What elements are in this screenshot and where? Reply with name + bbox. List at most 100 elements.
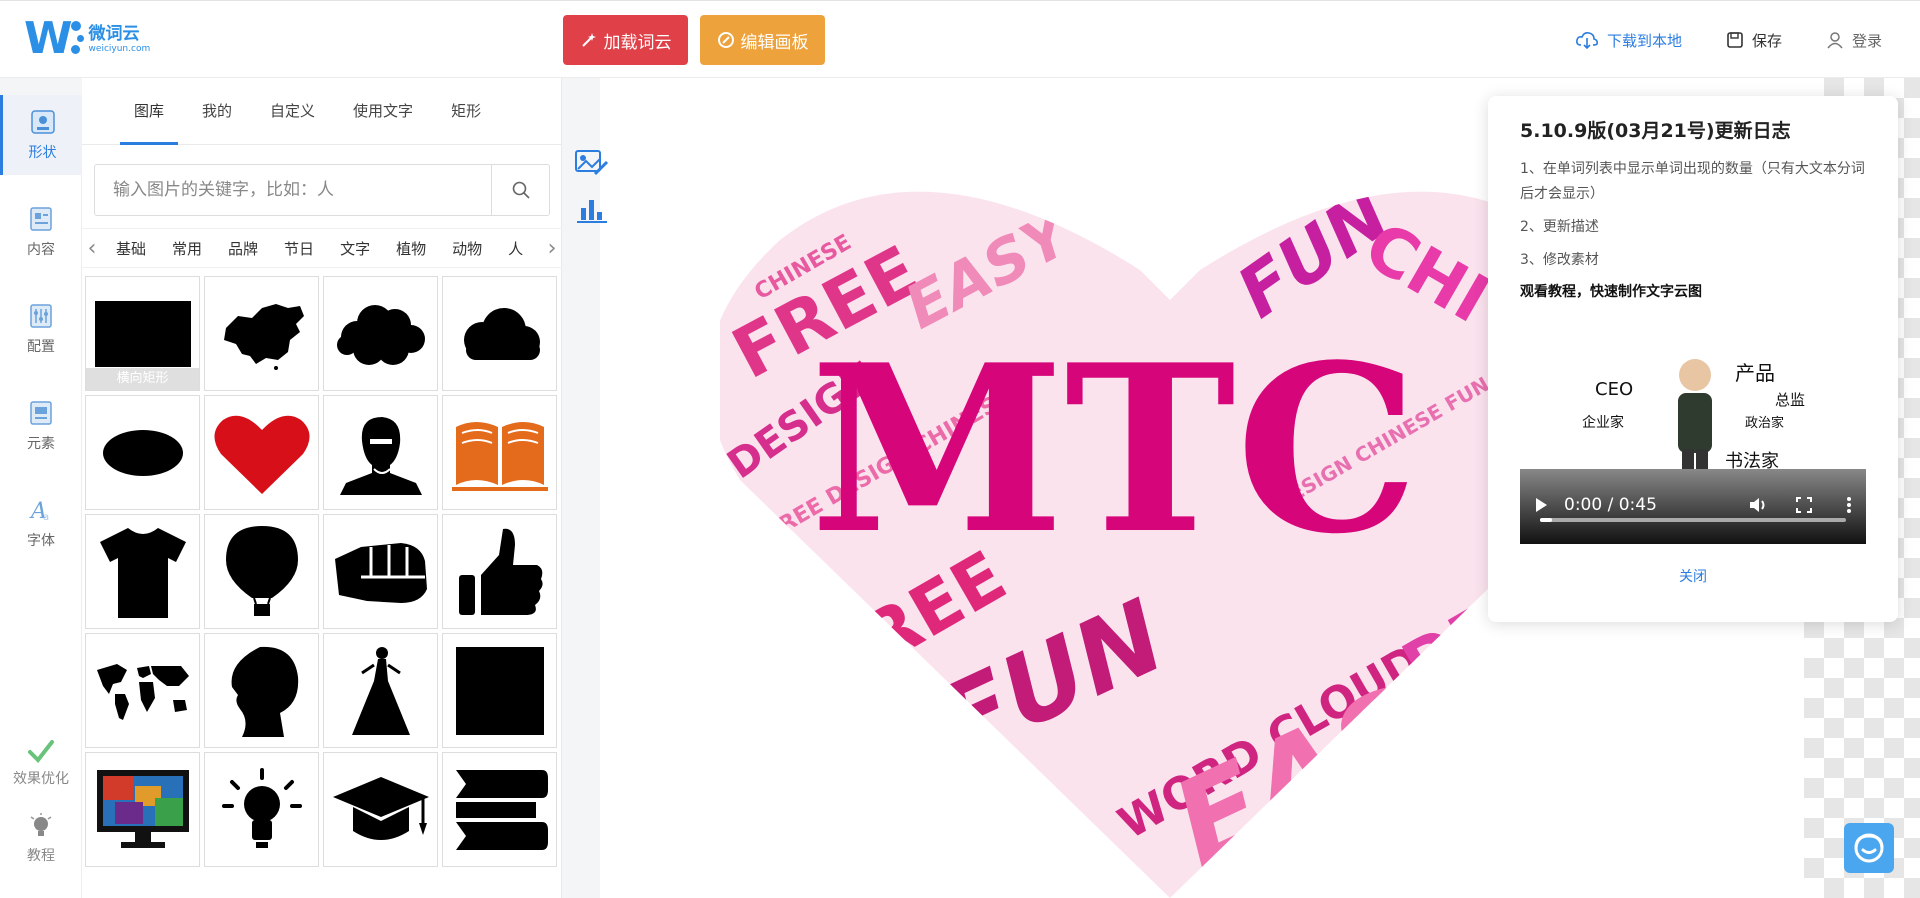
category-bar: ‹ 基础 常用 品牌 节日 文字 植物 动物 人 › — [82, 228, 562, 268]
shape-light-bulb[interactable] — [204, 752, 319, 867]
logo[interactable]: W 微词云 weiciyun.com — [24, 17, 150, 61]
nav-label-font: 字体 — [27, 533, 55, 549]
shape-books[interactable] — [442, 752, 557, 867]
update-log-item: 2、更新描述 — [1520, 219, 1599, 235]
shape-rectangle[interactable]: 横向矩形 — [85, 276, 200, 391]
shape-fist[interactable] — [323, 514, 438, 629]
more-options-icon[interactable] — [1846, 496, 1852, 514]
nav-item-content[interactable]: 内容 — [0, 192, 82, 272]
search-input[interactable] — [95, 165, 491, 215]
light-bulb-icon — [221, 767, 302, 848]
shape-tabs: 图库 我的 自定义 使用文字 矩形 — [82, 78, 562, 145]
shape-graduation-cap[interactable] — [323, 752, 438, 867]
word-cloud-heart[interactable]: FREE DESIGN CHINESE EASY FUN CHI FREE FU… — [720, 150, 1620, 898]
tab-mine[interactable]: 我的 — [188, 78, 246, 145]
content-icon — [30, 207, 52, 231]
shape-world-map[interactable] — [85, 633, 200, 748]
update-log-item: 1、在单词列表中显示单词出现的数量（只有大文本分词后才会显示） — [1520, 161, 1865, 202]
load-wordcloud-button[interactable]: 加载词云 — [563, 15, 688, 65]
rectangle-shape-icon — [94, 300, 191, 367]
world-map-icon — [96, 663, 189, 720]
nav-item-config[interactable]: 配置 — [0, 289, 82, 369]
category-prev-icon[interactable]: ‹ — [82, 236, 102, 261]
category-item[interactable]: 文字 — [326, 238, 382, 259]
shape-thumbs-up[interactable] — [442, 514, 557, 629]
tutorial-heading: 观看教程，快速制作文字云图 — [1520, 284, 1702, 300]
shape-cloud-bumpy[interactable] — [323, 276, 438, 391]
category-next-icon[interactable]: › — [542, 236, 562, 261]
save-button[interactable]: 保存 — [1726, 30, 1782, 51]
customer-service-button[interactable] — [1844, 823, 1894, 873]
fullscreen-icon[interactable] — [1796, 497, 1812, 513]
svg-text:CEO: CEO — [1595, 379, 1633, 400]
edit-canvas-button[interactable]: 编辑画板 — [700, 15, 825, 65]
nav-label-config: 配置 — [27, 339, 55, 355]
square-icon — [455, 646, 544, 735]
login-label: 登录 — [1851, 31, 1882, 50]
shape-princess[interactable] — [323, 633, 438, 748]
svg-text:产品: 产品 — [1735, 361, 1775, 385]
tab-rectangle[interactable]: 矩形 — [437, 78, 495, 145]
update-log-item: 3、修改素材 — [1520, 252, 1599, 268]
download-button[interactable]: 下载到本地 — [1575, 30, 1682, 51]
fist-icon — [334, 542, 427, 603]
logo-dots — [70, 19, 85, 59]
princess-dress-icon — [351, 646, 410, 735]
element-icon — [30, 401, 52, 425]
shape-t-shirt[interactable] — [85, 514, 200, 629]
image-edit-icon[interactable] — [575, 148, 609, 178]
tab-gallery[interactable]: 图库 — [120, 78, 179, 145]
woman-profile-icon — [231, 646, 298, 737]
shape-cloud[interactable] — [442, 276, 557, 391]
shape-open-book[interactable] — [442, 395, 557, 510]
svg-text:总监: 总监 — [1775, 391, 1805, 409]
left-nav: 形状 内容 配置 元素 Aa 字体 效果优化 教程 — [0, 95, 82, 898]
thumbs-up-icon — [458, 528, 543, 615]
category-item[interactable]: 节日 — [270, 238, 326, 259]
shape-ellipse[interactable] — [85, 395, 200, 510]
category-item[interactable]: 动物 — [438, 238, 494, 259]
t-shirt-icon — [99, 527, 186, 618]
volume-icon[interactable] — [1748, 496, 1768, 514]
video-progress-bar[interactable] — [1540, 518, 1846, 522]
shape-monitor[interactable] — [85, 752, 200, 867]
category-item[interactable]: 植物 — [382, 238, 438, 259]
play-icon[interactable] — [1534, 497, 1548, 513]
bumpy-cloud-icon — [336, 304, 425, 365]
refresh-edit-icon — [717, 32, 734, 48]
shape-portrait[interactable] — [323, 395, 438, 510]
tab-use-text[interactable]: 使用文字 — [339, 78, 427, 145]
china-map-icon — [223, 303, 304, 370]
nav-item-font[interactable]: Aa 字体 — [0, 483, 82, 563]
update-log-popup: 5.10.9版(03月21号)更新日志 1、在单词列表中显示单词出现的数量（只有… — [1488, 96, 1898, 622]
cloud-icon — [463, 307, 540, 360]
bar-chart-icon[interactable] — [575, 194, 609, 224]
tutorial-video[interactable]: 产品 CEO 总监 企业家 政治家 书法家 技术 0:00 / 0:45 — [1520, 315, 1866, 544]
video-time: 0:00 / 0:45 — [1564, 495, 1657, 515]
category-item[interactable]: 基础 — [102, 238, 158, 259]
top-header: W 微词云 weiciyun.com 加载词云 编辑画板 下载到本地 保存 登录 — [0, 0, 1920, 78]
login-button[interactable]: 登录 — [1826, 30, 1882, 51]
user-icon — [1827, 32, 1843, 49]
shape-china-map[interactable] — [204, 276, 319, 391]
optimize-button[interactable]: 效果优化 — [0, 738, 82, 788]
video-controls: 0:00 / 0:45 — [1520, 490, 1866, 520]
shape-hot-air-balloon[interactable] — [204, 514, 319, 629]
category-item[interactable]: 品牌 — [214, 238, 270, 259]
nav-item-element[interactable]: 元素 — [0, 386, 82, 466]
headline-mtc: MTC — [810, 315, 1419, 585]
category-item[interactable]: 人 — [494, 238, 535, 259]
search-button[interactable] — [491, 165, 549, 215]
nav-item-shape[interactable]: 形状 — [0, 95, 82, 175]
svg-text:政治家: 政治家 — [1745, 415, 1784, 431]
tutorial-button[interactable]: 教程 — [0, 813, 82, 865]
shape-square[interactable] — [442, 633, 557, 748]
shape-heart[interactable] — [204, 395, 319, 510]
shape-caption: 横向矩形 — [86, 368, 199, 390]
tab-custom[interactable]: 自定义 — [256, 78, 329, 145]
close-log-button[interactable]: 关闭 — [1520, 566, 1866, 586]
shape-woman-silhouette[interactable] — [204, 633, 319, 748]
shape-icon — [30, 110, 55, 134]
cloud-download-icon — [1575, 32, 1598, 50]
category-item[interactable]: 常用 — [158, 238, 214, 259]
